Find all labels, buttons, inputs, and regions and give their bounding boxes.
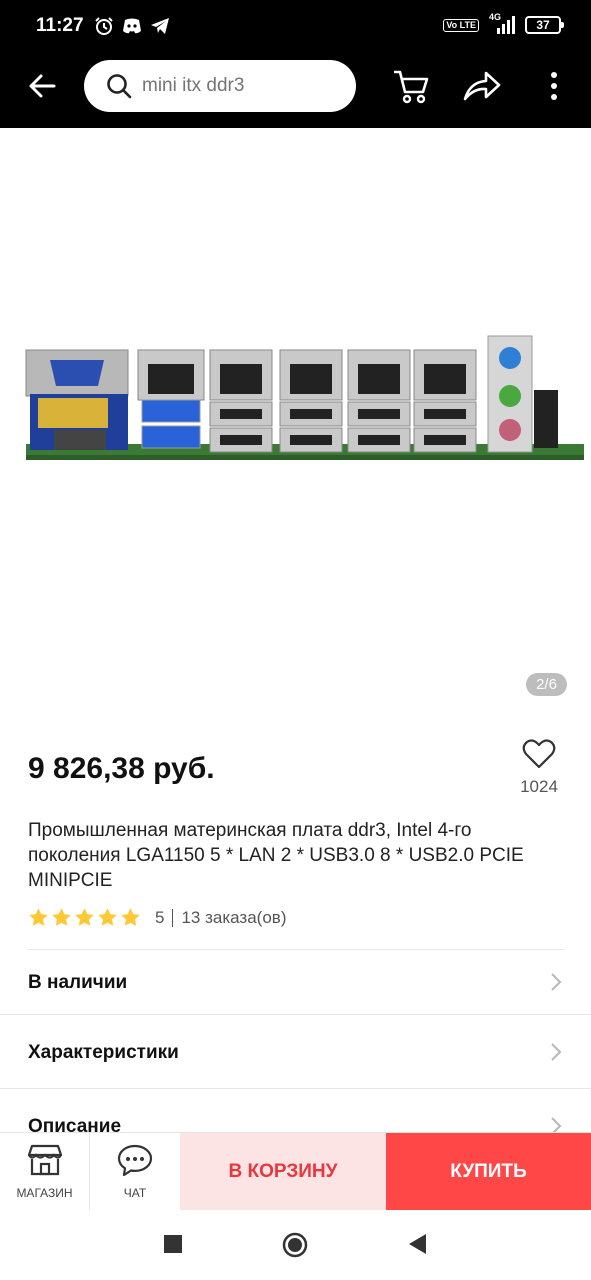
cart-icon[interactable] xyxy=(392,66,430,106)
chat-icon xyxy=(117,1144,153,1177)
star-icon xyxy=(98,908,117,926)
telegram-icon xyxy=(151,18,169,34)
share-icon[interactable] xyxy=(462,66,502,106)
store-icon xyxy=(27,1144,62,1176)
status-bar: 11:27 Vo LTE 4G 37 xyxy=(0,0,591,52)
star-icon xyxy=(75,908,94,926)
chevron-right-icon xyxy=(551,1043,562,1061)
orders-count: 13 заказа(ов) xyxy=(181,907,287,927)
heart-icon[interactable] xyxy=(522,738,556,770)
product-image-gallery[interactable] xyxy=(0,128,591,710)
volte-badge: Vo LTE xyxy=(443,18,479,32)
row-in-stock[interactable]: В наличии xyxy=(0,950,591,1016)
top-header xyxy=(0,52,591,128)
chat-button[interactable]: ЧАТ xyxy=(90,1133,180,1211)
divider xyxy=(0,1088,591,1089)
back-triangle-icon[interactable] xyxy=(406,1232,428,1256)
rating-stars xyxy=(28,907,141,928)
battery-indicator: 37 xyxy=(525,16,564,34)
star-icon xyxy=(121,908,140,926)
rating-row[interactable]: 5 13 заказа(ов) xyxy=(28,907,286,928)
image-counter: 2/6 xyxy=(526,673,567,696)
search-input[interactable] xyxy=(142,60,342,112)
bottom-action-bar: МАГАЗИН ЧАТ В КОРЗИНУ КУПИТЬ xyxy=(0,1132,591,1211)
discord-icon xyxy=(123,18,141,34)
chat-label: ЧАТ xyxy=(123,1186,147,1200)
row-label: Характеристики xyxy=(28,1042,179,1063)
divider xyxy=(0,1014,591,1015)
store-button[interactable]: МАГАЗИН xyxy=(0,1133,90,1211)
status-time: 11:27 xyxy=(36,15,84,36)
store-label: МАГАЗИН xyxy=(16,1186,73,1200)
alarm-icon xyxy=(95,17,113,35)
row-label: В наличии xyxy=(28,972,128,993)
more-menu-icon[interactable] xyxy=(544,66,564,106)
rating-score: 5 xyxy=(155,907,165,927)
buy-now-button[interactable]: КУПИТЬ xyxy=(386,1133,591,1211)
home-icon[interactable] xyxy=(282,1232,308,1258)
signal-icon: 4G xyxy=(487,12,517,35)
row-specifications[interactable]: Характеристики xyxy=(0,1020,591,1086)
product-title: Промышленная материнская плата ddr3, Int… xyxy=(28,820,524,891)
favorite-button[interactable]: 1024 xyxy=(516,738,562,797)
back-arrow-icon[interactable] xyxy=(26,70,58,102)
favorites-count: 1024 xyxy=(520,777,558,796)
system-nav-bar xyxy=(0,1210,591,1280)
rating-divider xyxy=(172,908,174,927)
star-icon xyxy=(52,908,71,926)
search-box[interactable] xyxy=(84,60,356,112)
recents-icon[interactable] xyxy=(163,1232,183,1256)
star-icon xyxy=(29,908,48,926)
chevron-right-icon xyxy=(551,973,562,991)
search-icon xyxy=(107,74,132,99)
add-to-cart-button[interactable]: В КОРЗИНУ xyxy=(180,1133,386,1211)
product-price: 9 826,38 руб. xyxy=(28,752,215,785)
product-image xyxy=(25,335,584,460)
